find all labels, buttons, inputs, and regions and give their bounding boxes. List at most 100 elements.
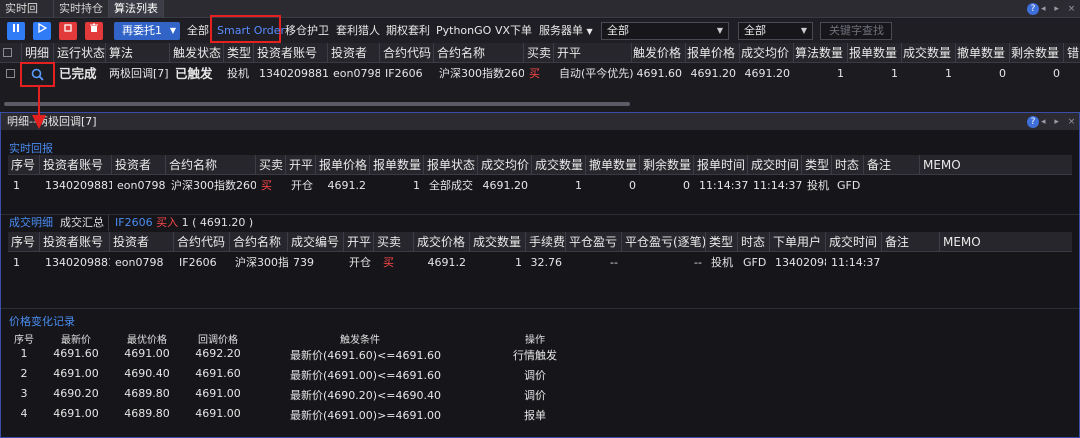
- order-price: 4691.2: [327, 179, 367, 192]
- price-record-row: 1 4691.60 4691.00 4692.20 最新价(4691.60)<=…: [0, 347, 600, 365]
- col-header[interactable]: 备注: [882, 232, 940, 252]
- tab-algo-list[interactable]: 算法列表: [109, 0, 164, 18]
- col-header[interactable]: 成交时间: [826, 232, 882, 252]
- select-all-checkbox[interactable]: [3, 48, 12, 57]
- col-header[interactable]: 成交价格: [414, 232, 470, 252]
- realtime-table-row[interactable]: 1 13402098815 eon0798 沪深300指数2606 买 开仓 4…: [8, 176, 1072, 196]
- col-header[interactable]: 剩余数量: [1010, 43, 1064, 63]
- col-header[interactable]: 投资者: [110, 232, 174, 252]
- tab-trade-summary[interactable]: 成交汇总: [60, 215, 104, 231]
- col-header[interactable]: 合约代码: [174, 232, 230, 252]
- col-header[interactable]: 投资者: [328, 43, 380, 63]
- col-header[interactable]: MEMO: [920, 155, 1072, 175]
- col-header[interactable]: 类型: [802, 155, 832, 175]
- vx-order-link[interactable]: VX下单: [495, 22, 532, 40]
- col-header[interactable]: 平仓盈亏(逐笔): [622, 232, 706, 252]
- col-header[interactable]: 报单状态: [424, 155, 478, 175]
- col-header[interactable]: 算法: [106, 43, 170, 63]
- col-header[interactable]: 开平: [286, 155, 316, 175]
- col-header[interactable]: 投资者账号: [40, 232, 110, 252]
- col-header[interactable]: 平仓盈亏: [566, 232, 622, 252]
- col-header[interactable]: 触发价格: [632, 43, 686, 63]
- col-header[interactable]: 手续费: [526, 232, 566, 252]
- col-header[interactable]: 撤单数量: [586, 155, 640, 175]
- trade-table-row[interactable]: 1 13402098815 eon0798 IF2606 沪深300指数 739…: [8, 253, 1072, 273]
- col-header[interactable]: 买卖: [256, 155, 286, 175]
- server-order-link[interactable]: 服务器单 ▼: [539, 22, 593, 40]
- col-header[interactable]: 成交编号: [288, 232, 344, 252]
- detail-panel-title: 明细--两极回调[7]: [1, 113, 1079, 130]
- stop-button[interactable]: [59, 22, 77, 40]
- col-header[interactable]: 备注: [864, 155, 920, 175]
- investor-account: 13402098815: [45, 256, 110, 269]
- order-time: 11:14:37: [699, 179, 748, 192]
- tab-trade-detail[interactable]: 成交明细: [9, 215, 53, 231]
- col-header[interactable]: 撤单数量: [956, 43, 1010, 63]
- col-header[interactable]: 成交时间: [748, 155, 802, 175]
- delete-button[interactable]: [85, 22, 103, 40]
- col-header[interactable]: 成交数量: [902, 43, 956, 63]
- order-select[interactable]: 再委托1 ▼: [114, 22, 180, 40]
- buy-sell: 买: [383, 256, 394, 269]
- status-filter-combo[interactable]: 全部 ▼: [738, 22, 813, 40]
- row-checkbox[interactable]: [6, 69, 15, 78]
- detail-window-controls: ? ◂ ▸ ×: [1027, 115, 1078, 129]
- col-header[interactable]: 买卖: [374, 232, 414, 252]
- col-header[interactable]: 投资者账号: [40, 155, 112, 175]
- tab-realtime-position[interactable]: 实时持仓: [54, 0, 109, 18]
- tab-realtime-report[interactable]: 实时回报: [0, 0, 54, 33]
- col-header[interactable]: 类型: [224, 43, 254, 63]
- arbitrage-hunter-link[interactable]: 套利猎人: [336, 22, 380, 40]
- col-header[interactable]: 下单用户: [770, 232, 826, 252]
- pause-icon: [13, 24, 19, 32]
- col-header[interactable]: MEMO: [940, 232, 1072, 252]
- filter-all-link[interactable]: 全部: [187, 22, 209, 40]
- col-header[interactable]: 序号: [8, 232, 40, 252]
- col-header[interactable]: 剩余数量: [640, 155, 694, 175]
- col-header[interactable]: 合约代码: [380, 43, 434, 63]
- col-header[interactable]: 成交均价: [740, 43, 794, 63]
- col-header[interactable]: 成交数量: [532, 155, 586, 175]
- col-header[interactable]: 合约名称: [230, 232, 288, 252]
- help-icon[interactable]: ?: [1027, 3, 1039, 15]
- col-header[interactable]: 成交数量: [470, 232, 526, 252]
- col-header[interactable]: 触发状态: [170, 43, 224, 63]
- transfer-guard-link[interactable]: 移仓护卫: [285, 22, 329, 40]
- account-filter-value: 全部: [607, 24, 629, 37]
- pause-button[interactable]: [7, 22, 25, 40]
- col-header[interactable]: 时态: [832, 155, 864, 175]
- col-header[interactable]: 成交均价: [478, 155, 532, 175]
- col-header[interactable]: 报单时间: [694, 155, 748, 175]
- smart-order-link[interactable]: Smart Order: [217, 22, 285, 40]
- help-icon[interactable]: ?: [1027, 116, 1039, 128]
- col-header[interactable]: 买卖: [524, 43, 554, 63]
- col-header[interactable]: 报单价格: [316, 155, 370, 175]
- scrollbar-thumb[interactable]: [4, 102, 630, 106]
- pythongo-link[interactable]: PythonGO: [436, 22, 491, 40]
- col-header[interactable]: 报单数量: [848, 43, 902, 63]
- nav-arrows-icon[interactable]: ◂ ▸ ×: [1041, 117, 1078, 127]
- col-header[interactable]: 报单价格: [686, 43, 740, 63]
- col-header[interactable]: 投资者: [112, 155, 166, 175]
- account-filter-combo[interactable]: 全部 ▼: [601, 22, 729, 40]
- col-header[interactable]: 明细: [22, 43, 54, 63]
- col-header[interactable]: 错: [1064, 43, 1080, 63]
- algo-table-row[interactable]: 已完成 两极回调[7] 已触发 投机 13402098815 eon0798 I…: [0, 64, 1080, 84]
- col-header[interactable]: 序号: [8, 155, 40, 175]
- header-checkbox-cell[interactable]: [0, 43, 22, 63]
- nav-arrows-icon[interactable]: ◂ ▸ ×: [1041, 4, 1078, 14]
- col-header[interactable]: 时态: [738, 232, 770, 252]
- col-header[interactable]: 算法数量: [794, 43, 848, 63]
- keyword-search-input[interactable]: 关键字查找: [820, 22, 892, 40]
- col-header[interactable]: 开平: [554, 43, 632, 63]
- col-header[interactable]: 运行状态: [54, 43, 106, 63]
- option-arbitrage-link[interactable]: 期权套利: [386, 22, 430, 40]
- col-header[interactable]: 开平: [344, 232, 374, 252]
- play-button[interactable]: [33, 22, 51, 40]
- trigger-condition: 最新价(4691.00)<=4691.60: [290, 369, 441, 382]
- col-header[interactable]: 报单数量: [370, 155, 424, 175]
- col-header[interactable]: 类型: [706, 232, 738, 252]
- col-header[interactable]: 投资者账号: [254, 43, 328, 63]
- col-header[interactable]: 合约名称: [434, 43, 524, 63]
- col-header[interactable]: 合约名称: [166, 155, 256, 175]
